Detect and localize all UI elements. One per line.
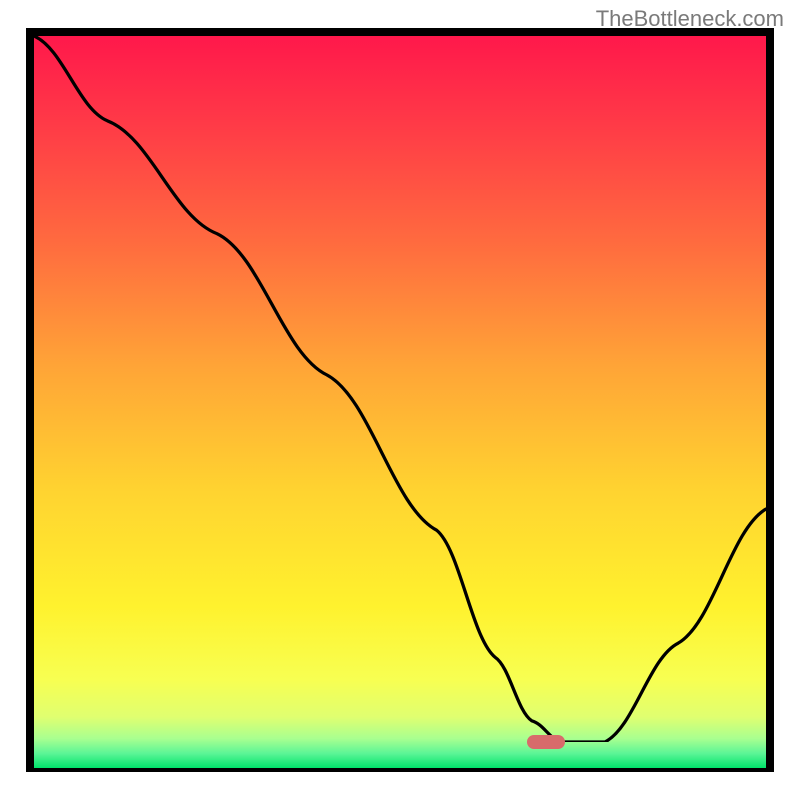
watermark-text: TheBottleneck.com bbox=[596, 6, 784, 32]
plot-frame bbox=[26, 28, 774, 772]
bottleneck-curve bbox=[34, 36, 766, 742]
optimal-marker bbox=[527, 735, 565, 749]
